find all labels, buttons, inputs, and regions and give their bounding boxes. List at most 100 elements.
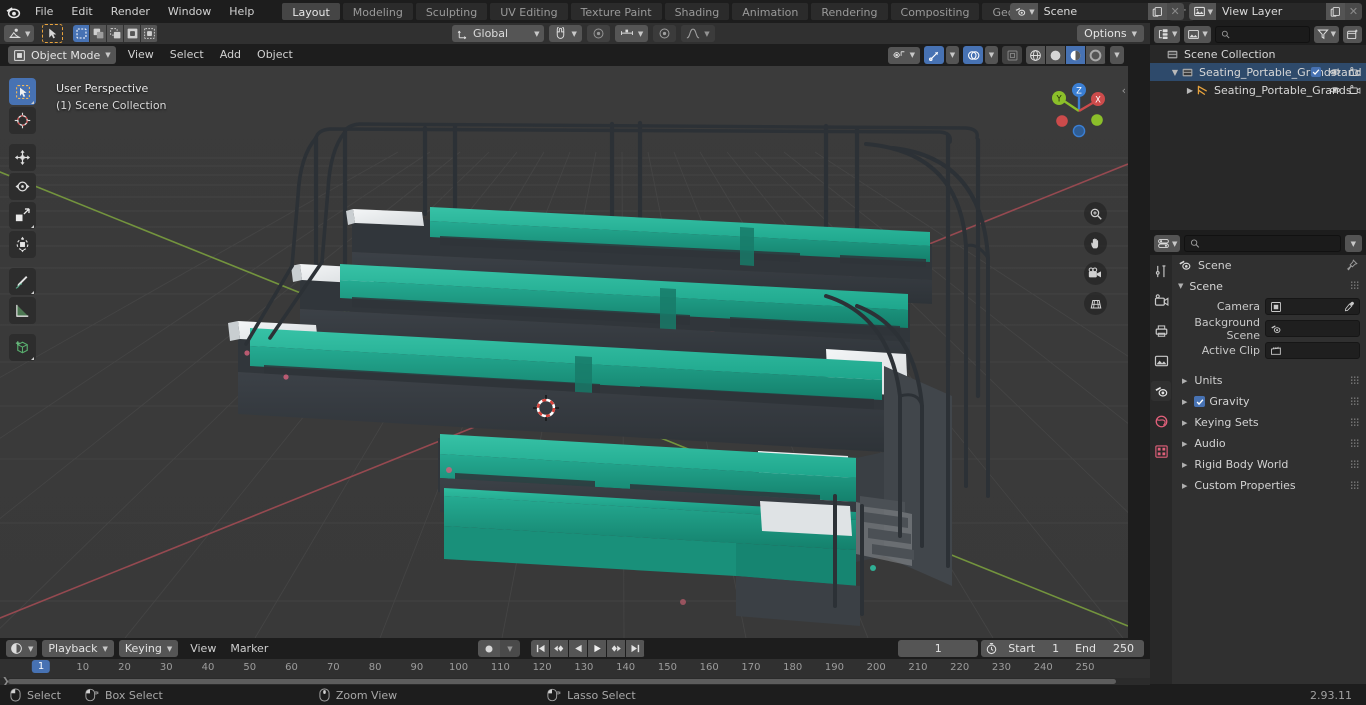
properties-options-chevron[interactable]: ▼ [1344,235,1362,252]
blender-logo-icon[interactable] [0,0,26,23]
properties-tab-view-layer[interactable] [1151,351,1171,371]
section-disclosure-icon[interactable]: ▶ [1182,440,1187,448]
keying-dropdown[interactable]: Keying ▼ [118,640,179,657]
properties-tab-render[interactable] [1151,291,1171,311]
hide-in-viewport-icon[interactable] [1329,84,1341,96]
viewlayer-name-field[interactable]: View Layer [1216,3,1326,20]
snap-increment-dropdown[interactable]: ▼ [614,25,649,42]
falloff-curve-dropdown[interactable]: ▼ [681,25,715,42]
shading-options-chevron[interactable]: ▼ [1110,46,1124,64]
object-mode-dropdown[interactable]: Object Mode ▼ [8,46,116,64]
disable-in-renders-icon[interactable] [1349,84,1361,96]
3d-viewport[interactable]: User Perspective (1) Scene Collection Z … [0,66,1128,638]
outliner-editor-type-button[interactable]: ▼ [1154,25,1181,43]
timeline-menu-marker[interactable]: Marker [223,640,275,657]
viewlayer-delete-icon[interactable]: ✕ [1345,3,1362,20]
auto-keying-options-chevron[interactable]: ▼ [500,640,520,657]
select-mode-group[interactable] [73,25,159,42]
viewport-menu-object[interactable]: Object [249,46,301,64]
use-preview-range-icon[interactable] [985,642,998,655]
outliner-row[interactable]: ▼ Seating_Portable_Grandstand [1150,63,1366,81]
play-button[interactable] [588,640,607,657]
properties-search-input[interactable] [1184,235,1341,252]
scene-browse-icon[interactable]: ▼ [1010,3,1038,20]
workspace-tab-modeling[interactable]: Modeling [341,2,414,21]
current-frame-field[interactable]: 1 [898,640,979,657]
property-section-header[interactable]: ▶ Rigid Body World [1172,454,1366,475]
property-section-header[interactable]: ▶ Keying Sets [1172,412,1366,433]
workspace-tab-animation[interactable]: Animation [731,2,810,21]
outliner-row[interactable]: Scene Collection [1150,45,1366,63]
proportional-edit-group[interactable] [586,25,610,42]
select-intersect-button[interactable] [141,25,159,42]
xray-toggle-button[interactable] [1002,46,1022,64]
outliner-row[interactable]: ▶ Seating_Portable_Grands [1150,81,1366,99]
property-section-header[interactable]: ▶ Gravity [1172,391,1366,412]
tool-scale[interactable] [9,202,36,229]
navigation-gizmo[interactable]: Z Y X [1042,74,1116,148]
zoom-view-icon[interactable] [1084,202,1107,225]
playback-dropdown[interactable]: Playback ▼ [42,640,114,657]
collection-enable-checkbox[interactable] [1311,67,1321,77]
property-value-field[interactable] [1265,298,1360,315]
section-disclosure-icon[interactable]: ▶ [1182,398,1187,406]
viewlayer-new-icon[interactable] [1326,3,1345,20]
play-reverse-button[interactable] [569,640,588,657]
pan-view-icon[interactable] [1084,232,1107,255]
scene-new-icon[interactable] [1147,3,1167,20]
tool-move[interactable] [9,144,36,171]
workspace-tab-layout[interactable]: Layout [281,2,341,21]
select-set-button[interactable] [73,25,91,42]
viewport-menu-select[interactable]: Select [162,46,212,64]
tool-rotate[interactable] [9,173,36,200]
material-preview-button[interactable] [1066,46,1086,64]
solid-shading-button[interactable] [1046,46,1066,64]
show-overlays-button[interactable] [963,46,983,64]
overlay-options-chevron[interactable]: ▼ [985,46,998,64]
properties-tab-output[interactable] [1151,321,1171,341]
section-disclosure-icon[interactable]: ▶ [1182,461,1187,469]
wireframe-shading-button[interactable] [1026,46,1046,64]
outliner-search-input[interactable] [1214,25,1310,43]
viewport-menu-view[interactable]: View [120,46,162,64]
viewport-menu-add[interactable]: Add [212,46,249,64]
scene-delete-icon[interactable]: ✕ [1166,3,1184,20]
outliner-new-collection-icon[interactable] [1343,25,1362,43]
menu-file[interactable]: File [26,2,62,21]
start-frame-cell[interactable]: Start 1 [1002,642,1065,655]
tool-tweak-select[interactable] [9,78,36,105]
workspace-tab-sculpting[interactable]: Sculpting [414,2,489,21]
properties-tab-tool[interactable] [1151,261,1171,281]
show-gizmo-group[interactable]: ▼ [924,46,959,64]
eyedropper-icon[interactable] [1344,301,1355,312]
disclosure-triangle-icon[interactable]: ▼ [1169,68,1181,77]
section-enable-checkbox[interactable] [1194,396,1206,407]
snap-magnet-button[interactable]: ▼ [549,25,582,42]
scene-panel-header[interactable]: ▼ Scene [1172,275,1366,297]
timeline-scrollbar-track[interactable]: ❯ [0,677,1150,687]
property-section-header[interactable]: ▶ Audio [1172,433,1366,454]
properties-tab-world[interactable] [1151,411,1171,431]
workspace-tab-shading[interactable]: Shading [663,2,731,21]
jump-to-end-button[interactable] [626,640,645,657]
timeline-playhead[interactable]: 1 [31,660,51,673]
menu-render[interactable]: Render [102,2,159,21]
select-invert-button[interactable] [124,25,142,42]
proportional-falloff-button[interactable] [653,25,677,42]
pin-icon[interactable] [1346,259,1358,271]
timeline-editor-type-button[interactable]: ▼ [6,640,38,657]
scene-name-field[interactable]: Scene [1037,3,1148,20]
disable-in-renders-icon[interactable] [1349,66,1361,78]
tool-cursor[interactable] [9,107,36,134]
menu-edit[interactable]: Edit [62,2,101,21]
menu-window[interactable]: Window [159,2,220,21]
select-extend-button[interactable] [90,25,108,42]
workspace-tab-compositing[interactable]: Compositing [889,2,981,21]
select-subtract-button[interactable] [107,25,125,42]
section-disclosure-icon[interactable]: ▶ [1182,377,1187,385]
properties-search-field[interactable] [1204,237,1335,250]
jump-to-next-keyframe-button[interactable] [607,640,626,657]
rendered-shading-button[interactable] [1086,46,1106,64]
toggle-ortho-perspective-icon[interactable] [1084,292,1107,315]
hide-in-viewport-icon[interactable] [1329,66,1341,78]
